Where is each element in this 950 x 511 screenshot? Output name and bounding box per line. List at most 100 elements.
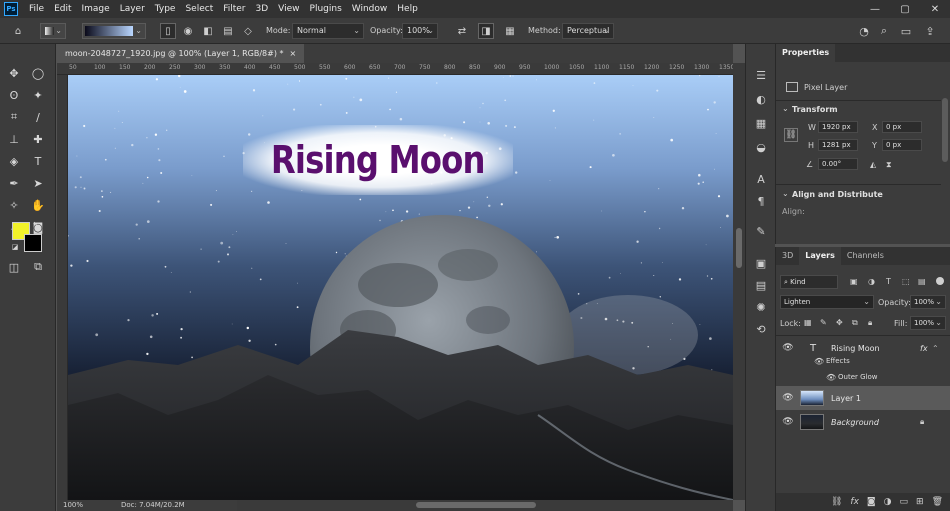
- home-icon[interactable]: ⌂: [10, 23, 26, 39]
- visibility-eye-icon[interactable]: 👁︎: [782, 417, 794, 427]
- document-tab[interactable]: moon-2048727_1920.jpg @ 100% (Layer 1, R…: [57, 44, 305, 63]
- screen-mode-icon[interactable]: ◫: [4, 258, 24, 276]
- angle-field[interactable]: 0.00°: [818, 158, 858, 170]
- tool-preset-picker[interactable]: ⌄: [40, 23, 66, 39]
- layer-row-layer-1[interactable]: 👁︎ Layer 1: [776, 386, 950, 410]
- height-field[interactable]: 1281 px: [818, 139, 858, 151]
- maximize-button[interactable]: ▢: [890, 0, 920, 18]
- flip-vertical-icon[interactable]: ⧗: [886, 160, 892, 170]
- lock-transparent-icon[interactable]: ▦: [804, 318, 812, 327]
- outer-glow-eye-icon[interactable]: 👁︎: [826, 373, 836, 382]
- hand-tool-icon[interactable]: ✋: [28, 196, 48, 214]
- character-panel-icon[interactable]: A: [752, 170, 770, 188]
- lock-pixels-icon[interactable]: ✎: [820, 318, 827, 327]
- lasso-tool-icon[interactable]: ʘ: [4, 86, 24, 104]
- width-field[interactable]: 1920 px: [818, 121, 858, 133]
- menu-type[interactable]: Type: [150, 0, 181, 18]
- background-color-swatch[interactable]: [24, 234, 42, 252]
- x-field[interactable]: 0 px: [882, 121, 922, 133]
- visibility-eye-icon[interactable]: 👁︎: [782, 343, 794, 353]
- menu-3d[interactable]: 3D: [251, 0, 274, 18]
- close-window-button[interactable]: ✕: [920, 0, 950, 18]
- shape-tool-icon[interactable]: ✧: [4, 196, 24, 214]
- visibility-eye-icon[interactable]: 👁︎: [782, 393, 794, 403]
- vertical-scrollbar[interactable]: [733, 63, 745, 500]
- brush-settings-icon[interactable]: ✎: [752, 222, 770, 240]
- y-field[interactable]: 0 px: [882, 139, 922, 151]
- document-canvas[interactable]: Rising Moon: [68, 75, 733, 500]
- effects-eye-icon[interactable]: 👁︎: [814, 357, 824, 366]
- reverse-icon[interactable]: ⇄: [454, 23, 470, 39]
- menu-filter[interactable]: Filter: [218, 0, 250, 18]
- menu-image[interactable]: Image: [77, 0, 115, 18]
- filter-smart-icon[interactable]: ▤: [918, 277, 926, 286]
- filter-shape-icon[interactable]: ⬚: [902, 277, 910, 286]
- horizontal-scroll-thumb[interactable]: [416, 502, 536, 508]
- patterns-icon[interactable]: ▤: [752, 276, 770, 294]
- swatches-icon[interactable]: ▦: [752, 114, 770, 132]
- new-layer-icon[interactable]: ⊞: [916, 497, 924, 507]
- path-selection-tool-icon[interactable]: ➤: [28, 174, 48, 192]
- linear-gradient-icon[interactable]: ▯: [160, 23, 176, 39]
- libraries-icon[interactable]: ▣: [752, 254, 770, 272]
- layer-effect-outer-glow-row[interactable]: 👁︎ Outer Glow: [776, 369, 950, 385]
- healing-brush-tool-icon[interactable]: ✚: [28, 130, 48, 148]
- lock-all-icon[interactable]: 🔒︎: [868, 318, 872, 328]
- layer-opacity-field[interactable]: 100% ⌄: [910, 295, 946, 309]
- vertical-scroll-thumb[interactable]: [736, 228, 742, 268]
- transparency-icon[interactable]: ▦: [502, 23, 518, 39]
- share-icon[interactable]: ⇪: [922, 23, 938, 39]
- tab-3d[interactable]: 3D: [776, 247, 799, 265]
- delete-layer-icon[interactable]: 🗑︎: [932, 497, 943, 507]
- opacity-field[interactable]: 100% ⌄: [402, 23, 438, 39]
- menu-edit[interactable]: Edit: [49, 0, 76, 18]
- headline-layer[interactable]: Rising Moon: [243, 125, 513, 195]
- pen-tool-icon[interactable]: ✒: [4, 174, 24, 192]
- paragraph-panel-icon[interactable]: ¶: [752, 192, 770, 210]
- menu-select[interactable]: Select: [180, 0, 218, 18]
- crop-tool-icon[interactable]: ⌗: [4, 108, 24, 126]
- minimize-button[interactable]: —: [860, 0, 890, 18]
- fill-field[interactable]: 100% ⌄: [910, 316, 946, 330]
- add-mask-icon[interactable]: ◙: [867, 497, 876, 507]
- close-document-icon[interactable]: ×: [290, 44, 297, 63]
- magic-wand-tool-icon[interactable]: ✦: [28, 86, 48, 104]
- filter-type-icon[interactable]: T: [886, 277, 891, 286]
- angle-gradient-icon[interactable]: ◧: [200, 23, 216, 39]
- menu-file[interactable]: File: [24, 0, 49, 18]
- dither-icon[interactable]: ◨: [478, 23, 494, 39]
- menu-window[interactable]: Window: [347, 0, 393, 18]
- reflected-gradient-icon[interactable]: ▤: [220, 23, 236, 39]
- eyedropper-tool-icon[interactable]: ∕: [28, 108, 48, 126]
- filter-toggle-icon[interactable]: [936, 277, 944, 285]
- menu-view[interactable]: View: [273, 0, 304, 18]
- method-select[interactable]: Perceptual ⌄: [562, 23, 614, 39]
- chevron-down-icon[interactable]: ⌄: [782, 189, 789, 198]
- add-style-icon[interactable]: fx: [850, 497, 859, 507]
- layer-filter-kind[interactable]: ⌕ Kind: [780, 275, 838, 289]
- chevron-down-icon[interactable]: ⌄: [782, 104, 789, 113]
- menu-layer[interactable]: Layer: [115, 0, 150, 18]
- color-panel-icon[interactable]: ◐: [752, 90, 770, 108]
- history-icon[interactable]: ☰: [752, 66, 770, 84]
- blend-mode-select[interactable]: Lighten ⌄: [780, 295, 874, 309]
- zoom-level[interactable]: 100%: [63, 500, 83, 511]
- fx-badge[interactable]: fx: [920, 344, 928, 353]
- swap-colors-icon[interactable]: ↰: [30, 220, 40, 230]
- mode-select[interactable]: Normal ⌄: [292, 23, 364, 39]
- cloud-user-icon[interactable]: ◔: [856, 23, 872, 39]
- default-colors-icon[interactable]: ◪: [10, 242, 20, 252]
- properties-scroll-thumb[interactable]: [942, 98, 948, 162]
- history-clock-icon[interactable]: ⟲: [752, 320, 770, 338]
- transform-section-title[interactable]: Transform: [792, 105, 838, 114]
- document-size-info[interactable]: Doc: 7.04M/20.2M: [121, 500, 185, 511]
- move-tool-icon[interactable]: ✥: [4, 64, 24, 82]
- adjustments-icon[interactable]: ◒: [752, 138, 770, 156]
- link-dimensions-icon[interactable]: ⛓: [784, 128, 798, 142]
- new-group-icon[interactable]: ▭: [900, 497, 909, 507]
- tab-properties[interactable]: Properties: [776, 44, 836, 62]
- frame-mode-icon[interactable]: ⧉: [28, 258, 48, 276]
- gradient-picker[interactable]: ⌄: [82, 23, 146, 39]
- lock-artboard-icon[interactable]: ⧉: [852, 318, 858, 328]
- marquee-tool-icon[interactable]: ◯: [28, 64, 48, 82]
